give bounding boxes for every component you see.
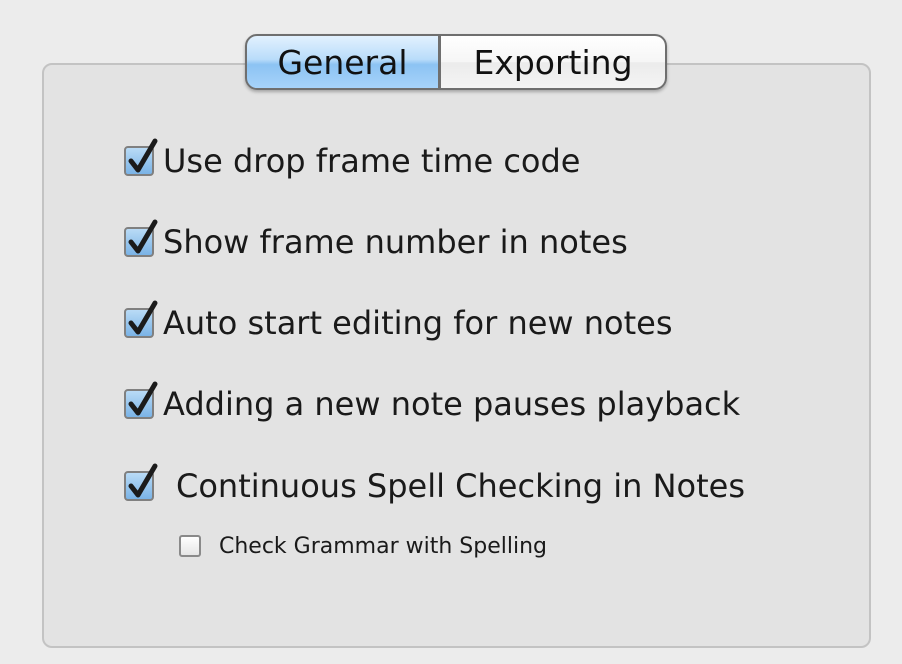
checkmark-icon <box>128 463 158 498</box>
checkmark-icon <box>128 138 158 173</box>
check-grammar-checkbox[interactable] <box>179 535 201 557</box>
checkmark-icon <box>128 381 158 416</box>
continuous-spell-label: Continuous Spell Checking in Notes <box>176 467 746 505</box>
auto-start-editing-label: Auto start editing for new notes <box>163 304 673 342</box>
use-drop-frame-checkbox[interactable] <box>124 138 158 176</box>
preferences-tabs: General Exporting <box>245 34 667 90</box>
show-frame-number-label: Show frame number in notes <box>163 223 628 261</box>
tab-general[interactable]: General <box>245 34 440 90</box>
show-frame-number-option[interactable]: Show frame number in notes <box>124 219 628 261</box>
pause-playback-label: Adding a new note pauses playback <box>163 385 741 423</box>
use-drop-frame-option[interactable]: Use drop frame time code <box>124 138 581 180</box>
checkmark-icon <box>128 219 158 254</box>
tab-exporting-label: Exporting <box>473 42 633 82</box>
tab-general-label: General <box>277 42 408 82</box>
show-frame-number-checkbox[interactable] <box>124 219 158 257</box>
auto-start-editing-option[interactable]: Auto start editing for new notes <box>124 300 673 342</box>
checkmark-icon <box>128 300 158 335</box>
continuous-spell-checkbox[interactable] <box>124 463 158 501</box>
check-grammar-label: Check Grammar with Spelling <box>219 533 548 559</box>
pause-playback-option[interactable]: Adding a new note pauses playback <box>124 381 741 423</box>
pause-playback-checkbox[interactable] <box>124 381 158 419</box>
auto-start-editing-checkbox[interactable] <box>124 300 158 338</box>
check-grammar-option[interactable]: Check Grammar with Spelling <box>179 532 547 560</box>
tab-exporting[interactable]: Exporting <box>440 34 667 90</box>
use-drop-frame-label: Use drop frame time code <box>163 142 581 180</box>
continuous-spell-option[interactable]: Continuous Spell Checking in Notes <box>124 463 746 506</box>
